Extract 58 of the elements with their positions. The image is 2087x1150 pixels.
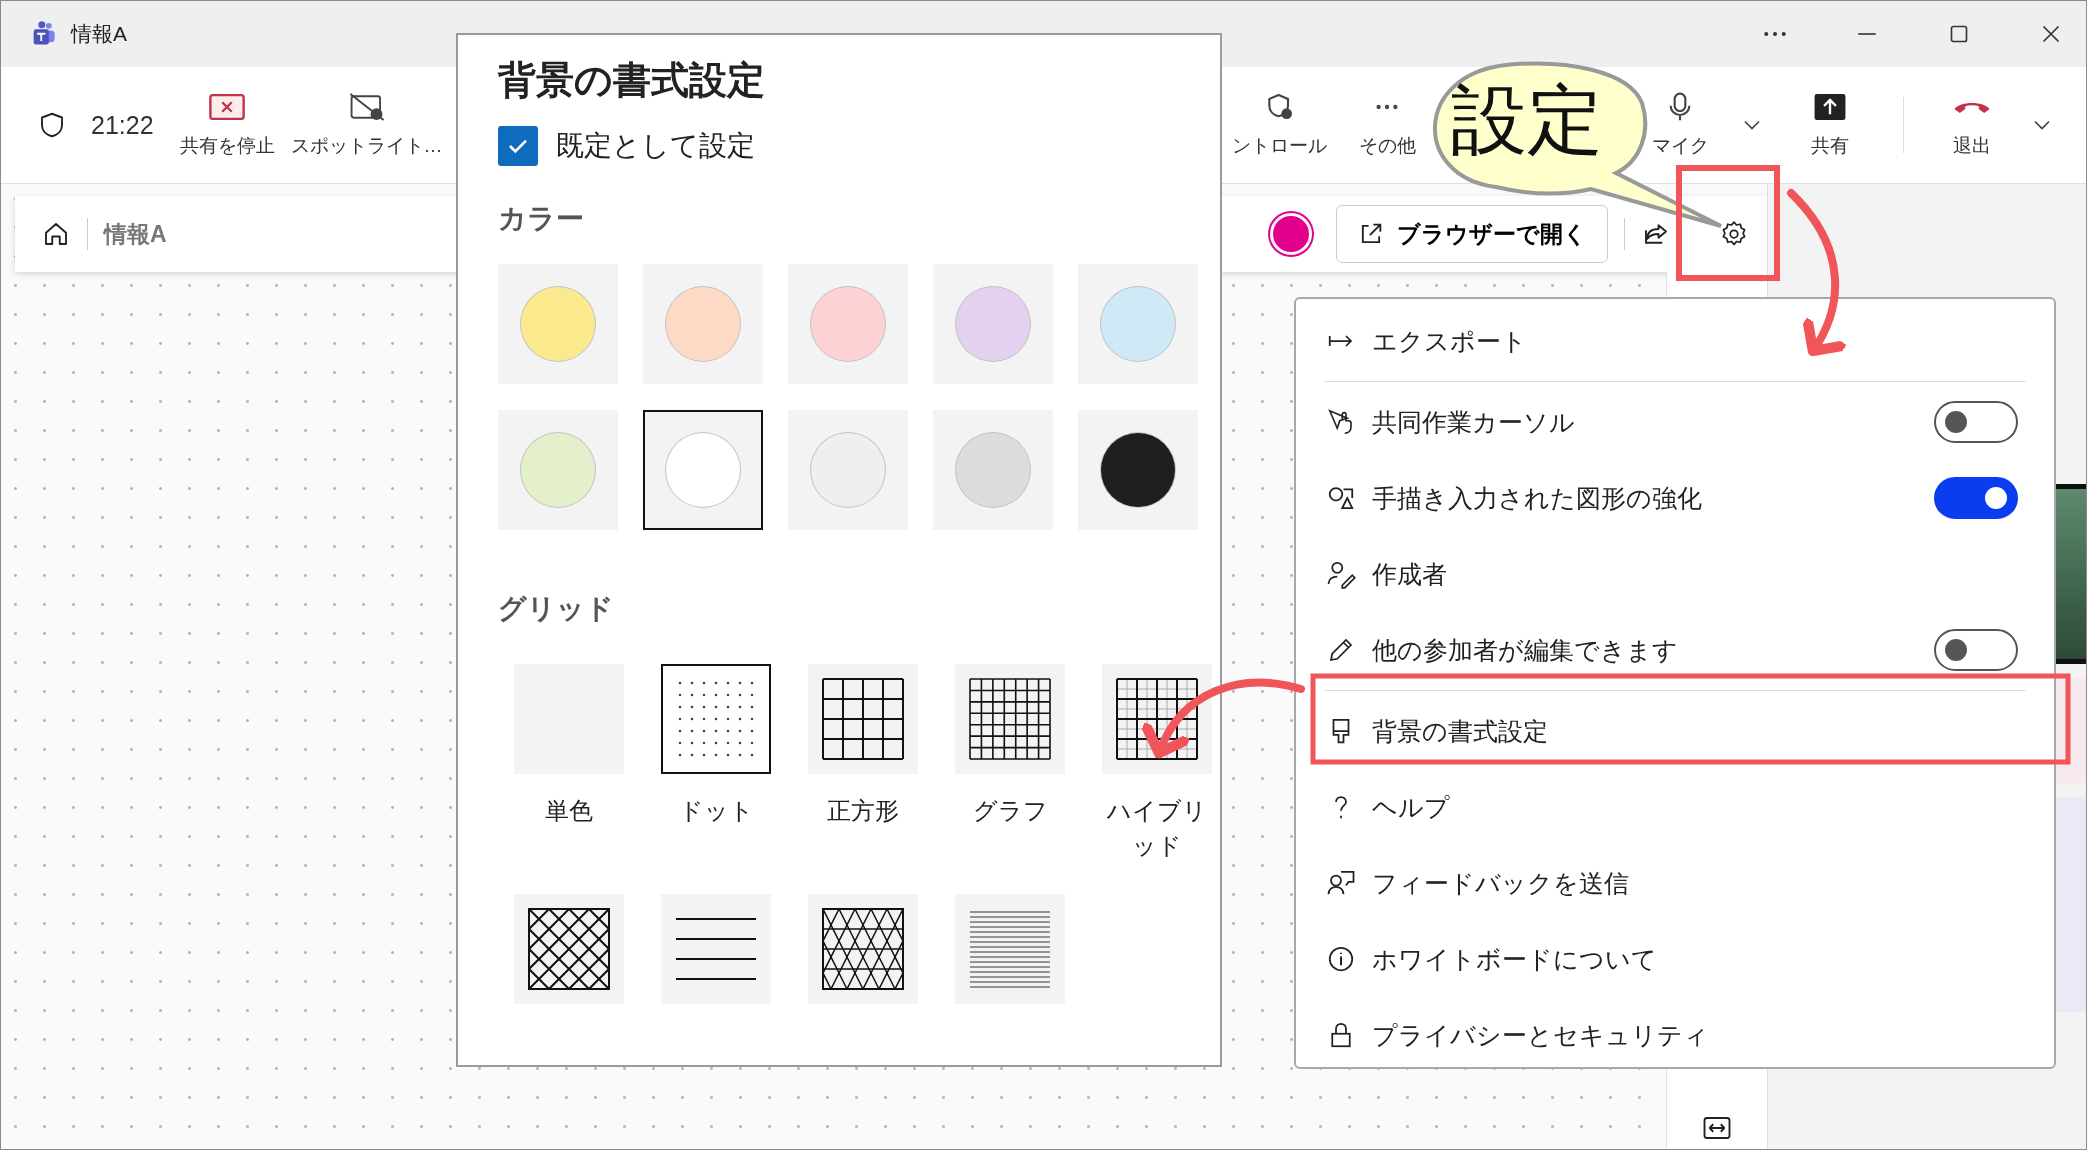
avatar-circle xyxy=(1270,213,1312,255)
grid-option[interactable] xyxy=(661,664,771,774)
panel-title: 背景の書式設定 xyxy=(498,58,766,103)
spotlight-button[interactable]: スポットライト… xyxy=(290,91,443,159)
color-swatch[interactable] xyxy=(933,410,1053,530)
menu-item[interactable]: 背景の書式設定 xyxy=(1296,693,2054,769)
color-swatch[interactable] xyxy=(498,264,618,384)
checkbox[interactable] xyxy=(498,126,538,166)
open-in-browser-button[interactable]: ブラウザーで開く xyxy=(1336,205,1608,263)
share-button[interactable]: 共有 xyxy=(1787,91,1873,159)
grid-option[interactable] xyxy=(808,893,918,1004)
toggle-switch[interactable] xyxy=(1934,401,2018,443)
control-button[interactable]: ントロール xyxy=(1232,91,1327,159)
leave-button[interactable]: 退出 xyxy=(1934,91,2010,159)
grid-option[interactable] xyxy=(1102,664,1212,774)
stop-sharing-button[interactable]: 共有を停止 xyxy=(179,91,275,159)
spotlight-off-icon xyxy=(347,91,386,123)
stop-share-icon xyxy=(208,91,247,123)
color-swatch[interactable] xyxy=(788,264,908,384)
person-pen-icon xyxy=(1326,559,1356,589)
menu-item[interactable]: 他の参加者が編集できます xyxy=(1296,612,2054,688)
grid-option-label: ドット xyxy=(677,796,755,826)
phone-hangup-icon xyxy=(1953,100,1991,114)
menu-item[interactable]: プライバシーとセキュリティ xyxy=(1296,997,2054,1073)
color-swatch[interactable] xyxy=(643,264,763,384)
grid-option[interactable] xyxy=(514,893,624,1004)
grid-option-label: ハイブリッド xyxy=(1106,796,1208,861)
color-swatch[interactable] xyxy=(498,410,618,530)
grid-option[interactable] xyxy=(955,664,1065,774)
menu-item[interactable]: 作成者 xyxy=(1296,536,2054,612)
menu-item[interactable]: 共同作業カーソル xyxy=(1296,384,2054,460)
microphone-button[interactable]: マイク xyxy=(1643,91,1717,159)
toggle-switch[interactable] xyxy=(1934,629,2018,671)
color-swatch[interactable] xyxy=(933,264,1053,384)
more-button[interactable]: その他 xyxy=(1357,91,1417,159)
section-heading: グリッド xyxy=(498,592,615,626)
breadcrumb-title: 情報A xyxy=(104,219,167,249)
grid-option-label: 正方形 xyxy=(826,796,900,826)
section-heading: カラー xyxy=(498,202,585,236)
menu-item[interactable]: ホワイトボードについて xyxy=(1296,921,2054,997)
color-swatch[interactable] xyxy=(643,410,763,530)
grid-option[interactable] xyxy=(661,893,771,1004)
meeting-timer: 21:22 xyxy=(91,110,154,140)
menu-item[interactable]: ヘルプ xyxy=(1296,769,2054,845)
grid-option[interactable] xyxy=(808,664,918,774)
menu-item[interactable]: フィードバックを送信 xyxy=(1296,845,2054,921)
window-title: 情報A xyxy=(71,21,127,47)
grid-option-label: 単色 xyxy=(544,796,594,826)
color-swatch[interactable] xyxy=(1078,264,1198,384)
info-icon xyxy=(1326,944,1356,974)
checkbox-label: 既定として設定 xyxy=(556,129,755,163)
grid-option-label: グラフ xyxy=(971,796,1049,826)
color-swatch[interactable] xyxy=(788,410,908,530)
menu-item[interactable]: エクスポート xyxy=(1296,303,2054,379)
color-swatch[interactable] xyxy=(1078,410,1198,530)
callout-text: 設定 xyxy=(1451,76,1603,164)
menu-item[interactable]: 手描き入力された図形の強化 xyxy=(1296,460,2054,536)
toggle-switch[interactable] xyxy=(1934,477,2018,519)
